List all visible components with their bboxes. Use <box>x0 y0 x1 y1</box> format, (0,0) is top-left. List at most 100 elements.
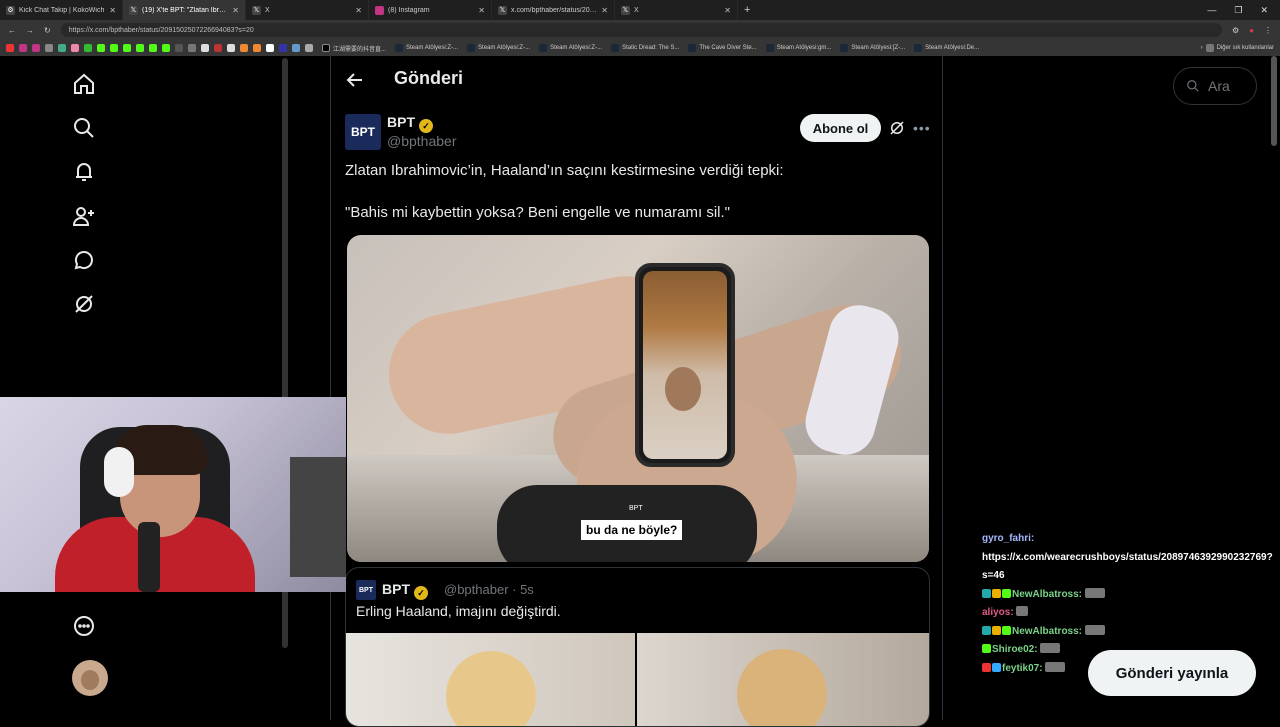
steam-icon <box>914 44 923 52</box>
chat-emote-icon <box>1040 643 1061 653</box>
bookmark-link[interactable]: Steam Atölyesi:gm... <box>765 44 832 52</box>
bookmark-icon[interactable] <box>6 44 14 52</box>
bookmark-link[interactable]: Steam Atölyesi:Z-... <box>395 44 458 52</box>
bookmark-icon[interactable] <box>253 44 261 52</box>
other-bookmarks[interactable]: › Diğer sık kullanılanlar <box>1201 44 1274 52</box>
right-scrollbar[interactable] <box>1271 56 1277 146</box>
bookmark-icon[interactable] <box>97 44 105 52</box>
nav-messages[interactable] <box>70 246 98 274</box>
chat-message: aliyos: <box>982 604 1280 623</box>
bookmark-icon[interactable] <box>136 44 144 52</box>
chat-emote-icon <box>1045 661 1066 672</box>
new-tab-icon[interactable]: + <box>744 4 750 16</box>
bookmark-icon[interactable] <box>240 44 248 52</box>
bookmark-icon[interactable] <box>305 44 313 52</box>
x-page: Gönderi BPT BPT ✓ @bpthaber Abone ol ••• … <box>0 56 1280 727</box>
bookmark-icon[interactable] <box>58 44 66 52</box>
bookmark-icon[interactable] <box>123 44 131 52</box>
sub-badge-icon <box>982 625 991 635</box>
chat-username: aliyos: <box>982 607 1014 618</box>
profile-icon-browser[interactable]: ● <box>1249 26 1254 35</box>
window-close-icon[interactable]: ✕ <box>1260 5 1268 16</box>
maximize-icon[interactable]: ❐ <box>1234 5 1242 16</box>
bell-icon <box>76 163 92 181</box>
bookmark-icon[interactable] <box>19 44 27 52</box>
bookmark-icon[interactable] <box>71 44 79 52</box>
browser-menu-icon[interactable]: ⋮ <box>1264 26 1272 35</box>
nav-more[interactable] <box>70 612 98 640</box>
nav-explore[interactable] <box>70 114 98 142</box>
subscribe-button[interactable]: Abone ol <box>800 114 881 142</box>
tab-close-icon[interactable]: ✕ <box>109 6 116 15</box>
publish-post-button[interactable]: Gönderi yayınla <box>1088 650 1256 696</box>
bookmark-icon[interactable] <box>214 44 222 52</box>
browser-tab[interactable]: 𝕏 X ✕ <box>246 0 369 20</box>
home-icon <box>74 73 94 94</box>
grok-button[interactable] <box>888 119 906 137</box>
bookmark-icon[interactable] <box>32 44 40 52</box>
bookmark-icon[interactable] <box>149 44 157 52</box>
tab-close-icon[interactable]: ✕ <box>478 6 485 15</box>
bookmark-icon[interactable] <box>162 44 170 52</box>
quoted-image[interactable] <box>346 633 635 726</box>
search-icon <box>1187 80 1199 92</box>
steam-icon <box>539 44 548 52</box>
forward-nav-icon[interactable]: → <box>26 26 34 35</box>
tab-close-icon[interactable]: ✕ <box>355 6 362 15</box>
nav-follow[interactable] <box>70 202 98 230</box>
chat-username: gyro_fahri: <box>982 533 1035 544</box>
bookmark-link[interactable]: Steam Atölyesi:[Z-... <box>840 44 905 52</box>
more-options-icon[interactable]: ••• <box>913 119 931 137</box>
post-author-handle[interactable]: @bpthaber <box>387 133 456 149</box>
bookmark-icon[interactable] <box>84 44 92 52</box>
back-nav-icon[interactable]: ← <box>8 26 16 35</box>
url-field[interactable]: https://x.com/bpthaber/status/2091502507… <box>60 23 1222 37</box>
extensions-icon[interactable]: ⚙ <box>1232 26 1239 35</box>
bookmark-link[interactable]: Steam Atölyesi:Z-... <box>539 44 602 52</box>
post-author-avatar[interactable]: BPT <box>345 114 381 150</box>
bookmark-icon[interactable] <box>175 44 183 52</box>
quoted-post[interactable]: BPT BPT ✓ @bpthaber · 5s Erling Haaland, … <box>345 567 930 727</box>
post-text-line: "Bahis mi kaybettin yoksa? Beni engelle … <box>345 204 730 221</box>
bookmark-label: Steam Atölyesi:Z-... <box>550 45 603 51</box>
nav-notifications[interactable] <box>70 158 98 186</box>
bookmark-icon[interactable] <box>279 44 287 52</box>
back-button[interactable] <box>345 70 365 90</box>
video-watermark: BPT <box>629 505 643 512</box>
browser-tab[interactable]: 𝕏 x.com/bpthaber/status/20903720 ✕ <box>492 0 615 20</box>
browser-tab[interactable]: ⚙ Kick Chat Takip | KokoWich ✕ <box>0 0 123 20</box>
post-video[interactable]: BPT bu da ne böyle? <box>347 235 929 562</box>
bookmark-icon[interactable] <box>45 44 53 52</box>
tab-close-icon[interactable]: ✕ <box>601 6 608 15</box>
bookmark-link[interactable]: Steam Atölyesi:De... <box>914 44 979 52</box>
account-avatar[interactable] <box>72 660 108 696</box>
bookmark-label: Steam Atölyesi:gm... <box>776 45 832 51</box>
browser-tab-bar: ⚙ Kick Chat Takip | KokoWich ✕ 𝕏 (19) X'… <box>0 0 1280 20</box>
bookmark-icon[interactable] <box>110 44 118 52</box>
verified-badge-icon: ✓ <box>414 586 428 600</box>
browser-tab-active[interactable]: 𝕏 (19) X'te BPT: "Zlatan Ibrahim ✕ <box>123 0 246 20</box>
post-author-name-row[interactable]: BPT ✓ <box>387 114 433 133</box>
bookmark-link[interactable]: The Cave Diver Ste... <box>688 44 757 52</box>
bookmark-icon[interactable] <box>188 44 196 52</box>
tab-title: X <box>634 6 639 14</box>
browser-tab[interactable]: (8) Instagram ✕ <box>369 0 492 20</box>
nav-grok[interactable] <box>70 290 98 318</box>
search-box[interactable]: Ara <box>1173 67 1257 105</box>
bookmark-link[interactable]: Static Dread: The S... <box>611 44 679 52</box>
quoted-image[interactable] <box>637 633 929 726</box>
minimize-icon[interactable]: — <box>1207 5 1216 16</box>
bookmark-link[interactable]: Steam Atölyesi:Z-... <box>467 44 530 52</box>
bookmark-link[interactable]: 江湖需要的抖音直... <box>322 44 386 53</box>
bookmark-icon[interactable] <box>266 44 274 52</box>
bookmark-icon[interactable] <box>292 44 300 52</box>
bookmark-icon[interactable] <box>201 44 209 52</box>
nav-home[interactable] <box>70 70 98 98</box>
bookmark-icon[interactable] <box>227 44 235 52</box>
tab-close-icon[interactable]: ✕ <box>232 6 239 15</box>
reload-icon[interactable]: ↻ <box>44 26 51 35</box>
more-circle-icon <box>74 616 94 636</box>
browser-tab[interactable]: 𝕏 X ✕ <box>615 0 738 20</box>
tab-close-icon[interactable]: ✕ <box>724 6 731 15</box>
post-author-name: BPT <box>387 114 415 130</box>
